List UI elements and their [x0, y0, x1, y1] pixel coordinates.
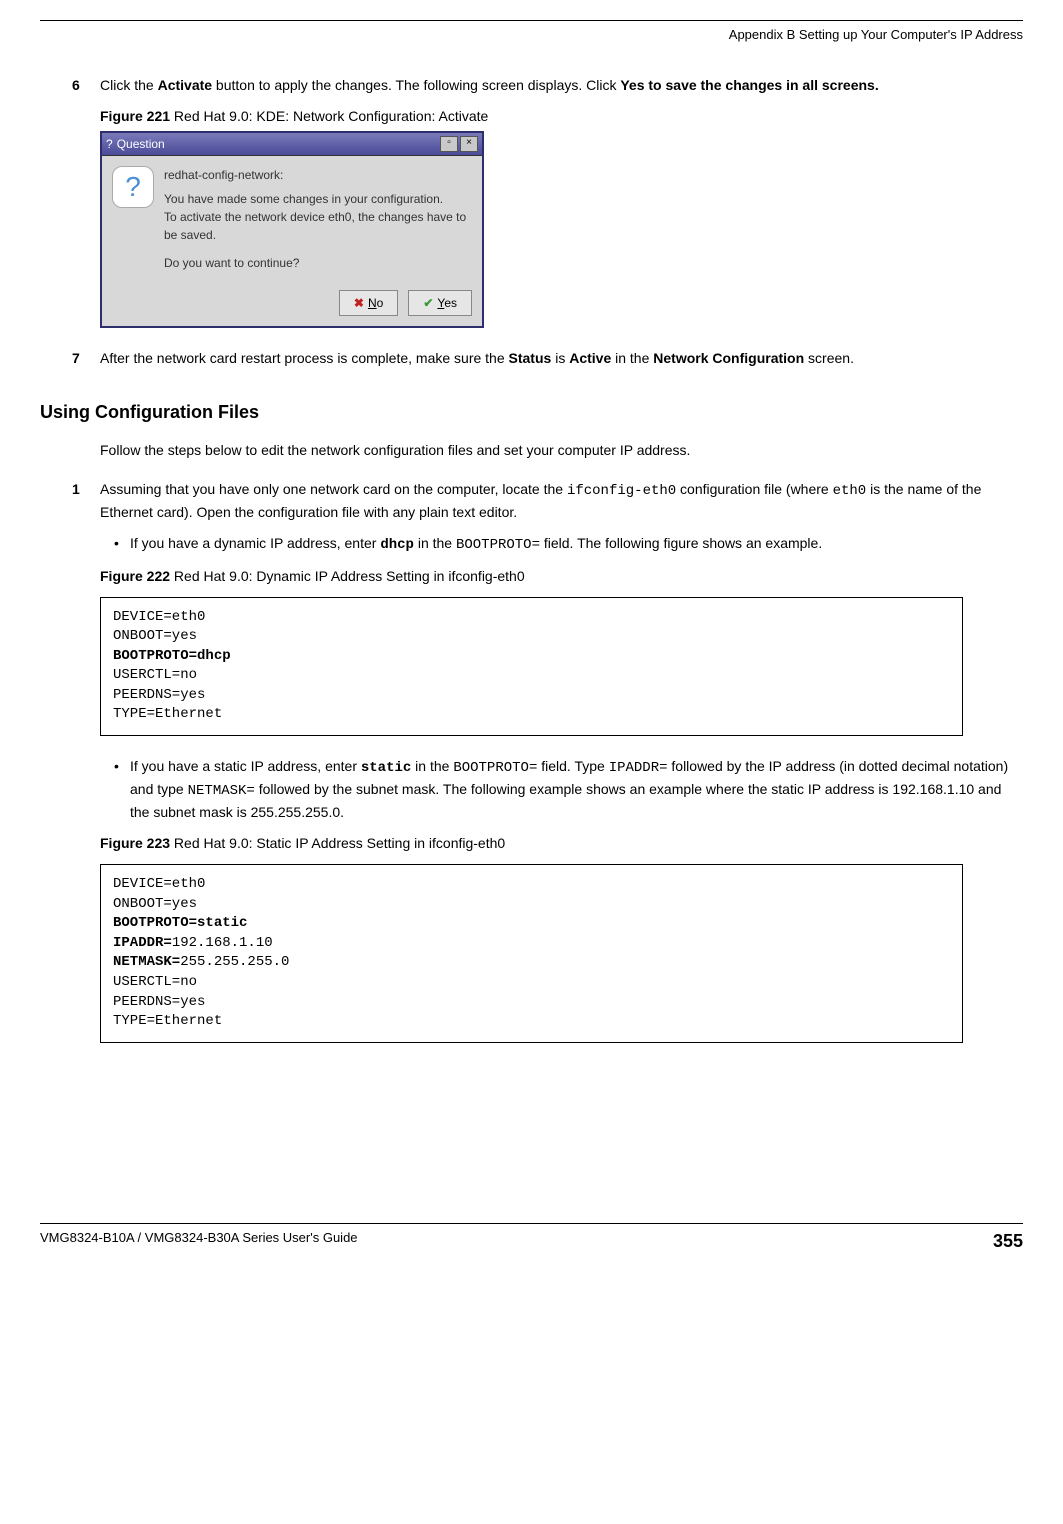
dialog-app-name: redhat-config-network: [164, 166, 472, 184]
code222-l4: USERCTL=no [113, 667, 197, 683]
step-7-bold-2: Active [569, 350, 611, 366]
bullet-static-text-e: followed by the subnet mask. The followi… [130, 781, 1001, 820]
dialog-body: ? redhat-config-network: You have made s… [102, 156, 482, 282]
step-7-text-a: After the network card restart process i… [100, 350, 509, 366]
bullet-dhcp: If you have a dynamic IP address, enter … [130, 533, 1023, 556]
code223-l1: DEVICE=eth0 [113, 876, 205, 892]
figure-223-label: Figure 223 [100, 835, 170, 851]
step-1: 1 Assuming that you have only one networ… [100, 479, 1023, 523]
step-1-number: 1 [72, 479, 80, 500]
step-1-mono-2: eth0 [833, 483, 867, 499]
running-header: Appendix B Setting up Your Computer's IP… [40, 25, 1023, 45]
bullet-static-mono-3: NETMASK= [188, 783, 255, 799]
step-6-text-b: button to apply the changes. The followi… [212, 77, 620, 93]
bullet-dhcp-bmono: dhcp [380, 537, 414, 553]
cancel-icon: ✖ [354, 294, 364, 312]
step-6-bold-2: Yes to save the changes in all screens. [620, 77, 878, 93]
code223-l8: TYPE=Ethernet [113, 1013, 222, 1029]
step-7-text-d: screen. [804, 350, 854, 366]
step-7: 7 After the network card restart process… [100, 348, 1023, 369]
code223-l6: USERCTL=no [113, 974, 197, 990]
step-7-number: 7 [72, 348, 80, 369]
dialog-title: Question [117, 135, 165, 153]
figure-222-label: Figure 222 [100, 568, 170, 584]
figure-222-text: Red Hat 9.0: Dynamic IP Address Setting … [170, 568, 525, 584]
code223-l5-val: 255.255.255.0 [180, 954, 289, 970]
step-7-bold-1: Status [509, 350, 552, 366]
code223-l4-val: 192.168.1.10 [172, 935, 273, 951]
step-6-number: 6 [72, 75, 80, 96]
code222-l6: TYPE=Ethernet [113, 706, 222, 722]
close-button[interactable]: × [460, 136, 478, 152]
step-7-bold-3: Network Configuration [653, 350, 804, 366]
bullet-static-text-b: in the [411, 758, 453, 774]
step-6: 6 Click the Activate button to apply the… [100, 75, 1023, 96]
code222-l2: ONBOOT=yes [113, 628, 197, 644]
code223-l2: ONBOOT=yes [113, 896, 197, 912]
no-button-label: NNoo [368, 294, 383, 312]
step-7-text-c: in the [611, 350, 653, 366]
step-6-text-a: Click the [100, 77, 158, 93]
page-footer: VMG8324-B10A / VMG8324-B30A Series User'… [40, 1223, 1023, 1255]
code222-l3: BOOTPROTO=dhcp [113, 648, 231, 664]
bullet-static: If you have a static IP address, enter s… [130, 756, 1023, 823]
no-button[interactable]: ✖ NNoo [339, 290, 398, 316]
dialog-text: redhat-config-network: You have made som… [164, 166, 472, 272]
figure-221-text: Red Hat 9.0: KDE: Network Configuration:… [170, 108, 488, 124]
code-box-static: DEVICE=eth0 ONBOOT=yes BOOTPROTO=static … [100, 864, 963, 1043]
footer-guide-name: VMG8324-B10A / VMG8324-B30A Series User'… [40, 1228, 358, 1255]
figure-221-label: Figure 221 [100, 108, 170, 124]
code222-l5: PEERDNS=yes [113, 687, 205, 703]
bullet-dhcp-mono: BOOTPROTO= [456, 537, 540, 553]
code-box-dhcp: DEVICE=eth0 ONBOOT=yes BOOTPROTO=dhcp US… [100, 597, 963, 737]
code223-l5-key: NETMASK= [113, 954, 180, 970]
bullet-static-bmono: static [361, 760, 411, 776]
code223-l7: PEERDNS=yes [113, 994, 205, 1010]
bullet-dhcp-text-c: field. The following figure shows an exa… [540, 535, 822, 551]
figure-223-caption: Figure 223 Red Hat 9.0: Static IP Addres… [100, 833, 1023, 854]
bullet-static-text-a: If you have a static IP address, enter [130, 758, 361, 774]
code223-l3-val: static [197, 915, 247, 931]
maximize-button[interactable]: ▫ [440, 136, 458, 152]
step-6-bold-1: Activate [158, 77, 212, 93]
yes-button[interactable]: ✔ YYeses [408, 290, 472, 316]
bullet-dhcp-text-a: If you have a dynamic IP address, enter [130, 535, 380, 551]
yes-button-label: YYeses [437, 294, 457, 312]
dialog-titlebar: ? Question ▫ × [102, 133, 482, 156]
step-1-text-b: configuration file (where [676, 481, 832, 497]
dialog-line-1: You have made some changes in your confi… [164, 190, 472, 208]
figure-222-caption: Figure 222 Red Hat 9.0: Dynamic IP Addre… [100, 566, 1023, 587]
step-7-text-b: is [551, 350, 569, 366]
question-titlebar-icon: ? [106, 135, 113, 153]
figure-221-caption: Figure 221 Red Hat 9.0: KDE: Network Con… [100, 106, 1023, 127]
step-1-mono-1: ifconfig-eth0 [567, 483, 676, 499]
question-icon: ? [112, 166, 154, 208]
bullet-static-mono-1: BOOTPROTO= [453, 760, 537, 776]
bullet-static-text-c: field. Type [537, 758, 608, 774]
bullet-dhcp-text-b: in the [414, 535, 456, 551]
check-icon: ✔ [423, 294, 433, 312]
footer-rule [40, 1223, 1023, 1224]
dialog-line-3: Do you want to continue? [164, 254, 472, 272]
code223-l3-key: BOOTPROTO= [113, 915, 197, 931]
page-number: 355 [993, 1228, 1023, 1255]
section-heading: Using Configuration Files [40, 399, 1023, 426]
dialog-line-2: To activate the network device eth0, the… [164, 208, 472, 244]
intro-paragraph: Follow the steps below to edit the netwo… [100, 440, 1023, 461]
header-rule [40, 20, 1023, 21]
bullet-static-mono-2: IPADDR= [609, 760, 668, 776]
kde-question-dialog: ? Question ▫ × ? redhat-config-network: … [100, 131, 484, 328]
figure-223-text: Red Hat 9.0: Static IP Address Setting i… [170, 835, 505, 851]
code222-l1: DEVICE=eth0 [113, 609, 205, 625]
step-1-text-a: Assuming that you have only one network … [100, 481, 567, 497]
code223-l4-key: IPADDR= [113, 935, 172, 951]
dialog-button-row: ✖ NNoo ✔ YYeses [102, 282, 482, 326]
